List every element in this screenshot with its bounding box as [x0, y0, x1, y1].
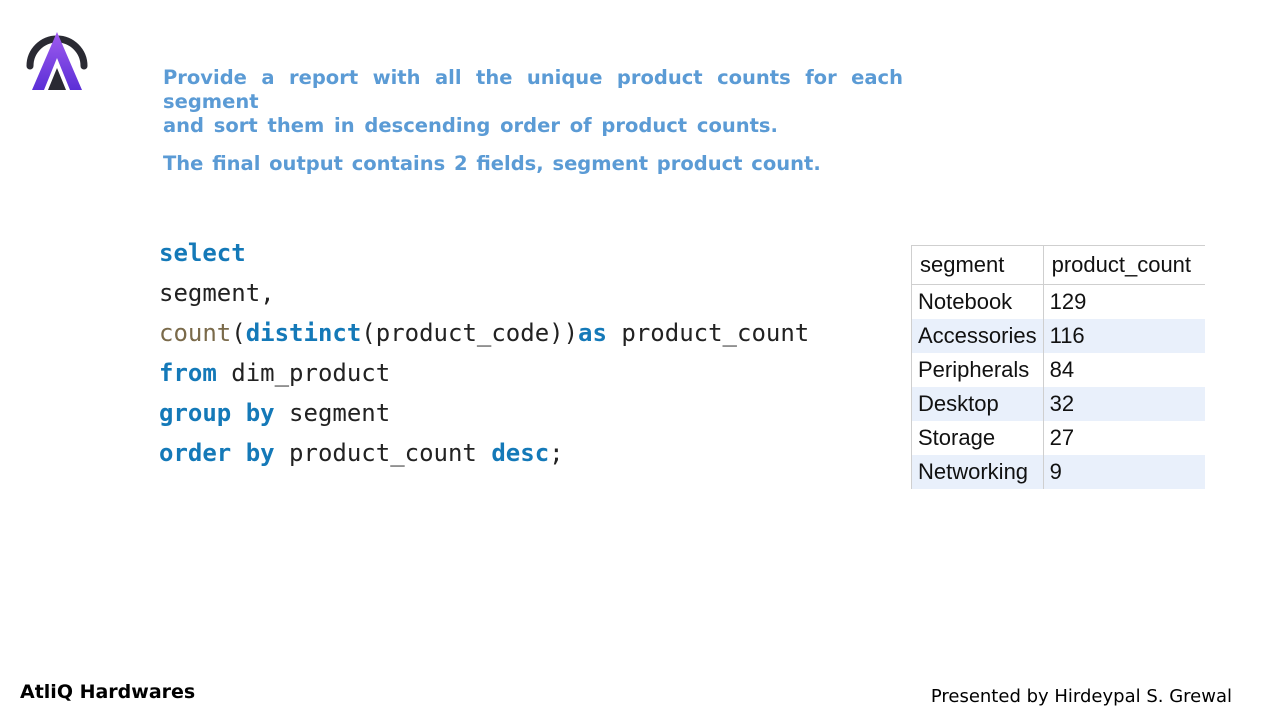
code-text: (product_code)) [361, 319, 579, 347]
cell-segment: Notebook [911, 284, 1044, 319]
result-table: segment product_count Notebook 129 Access… [911, 245, 1205, 489]
table-row: Networking 9 [911, 455, 1205, 489]
keyword-from: from [159, 359, 217, 387]
code-text: segment, [159, 279, 275, 307]
task-line-2: and sort them in descending order of pro… [163, 114, 778, 137]
company-name: AtliQ Hardwares [20, 681, 196, 703]
column-header-segment: segment [911, 245, 1044, 285]
table-row: Peripherals 84 [911, 353, 1205, 387]
cell-product-count: 129 [1042, 284, 1205, 319]
code-text: dim_product [216, 359, 391, 387]
table-row: Storage 27 [911, 421, 1205, 455]
code-text: product_count [274, 439, 492, 467]
code-text: product_count [606, 319, 810, 347]
table-row: Notebook 129 [911, 284, 1205, 319]
cell-segment: Networking [911, 455, 1044, 489]
cell-product-count: 116 [1042, 319, 1205, 353]
cell-product-count: 84 [1042, 353, 1205, 387]
table-row: Accessories 116 [911, 319, 1205, 353]
cell-segment: Peripherals [911, 353, 1044, 387]
cell-product-count: 32 [1042, 387, 1205, 421]
sql-code-block: select segment, count(distinct(product_c… [159, 236, 809, 476]
code-paren: ( [231, 319, 246, 347]
table-header-row: segment product_count [911, 245, 1205, 285]
keyword-select: select [159, 239, 246, 267]
code-line-6: order by product_count desc; [159, 436, 809, 476]
task-line-3: The final output contains 2 fields, segm… [163, 152, 821, 175]
code-line-2: segment, [159, 276, 809, 316]
keyword-desc: desc [491, 439, 550, 467]
cell-segment: Desktop [911, 387, 1044, 421]
presenter-credit: Presented by Hirdeypal S. Grewal [930, 686, 1232, 707]
code-text: ; [549, 439, 564, 467]
keyword-order-by: order by [159, 439, 275, 467]
keyword-distinct: distinct [245, 319, 362, 347]
code-text: segment [274, 399, 391, 427]
keyword-as: as [578, 319, 607, 347]
code-line-3: count(distinct(product_code))as product_… [159, 316, 809, 356]
atliq-logo-icon [26, 32, 88, 90]
cell-segment: Accessories [911, 319, 1044, 353]
table-row: Desktop 32 [911, 387, 1205, 421]
cell-product-count: 27 [1042, 421, 1205, 455]
keyword-group-by: group by [159, 399, 275, 427]
code-line-4: from dim_product [159, 356, 809, 396]
cell-segment: Storage [911, 421, 1044, 455]
task-line-1: Provide a report with all the unique pro… [163, 66, 903, 113]
column-header-product-count: product_count [1042, 245, 1205, 285]
code-line-5: group by segment [159, 396, 809, 436]
cell-product-count: 9 [1042, 455, 1205, 489]
task-description: Provide a report with all the unique pro… [163, 66, 903, 176]
code-line-1: select [159, 236, 809, 276]
function-count: count [159, 319, 232, 347]
